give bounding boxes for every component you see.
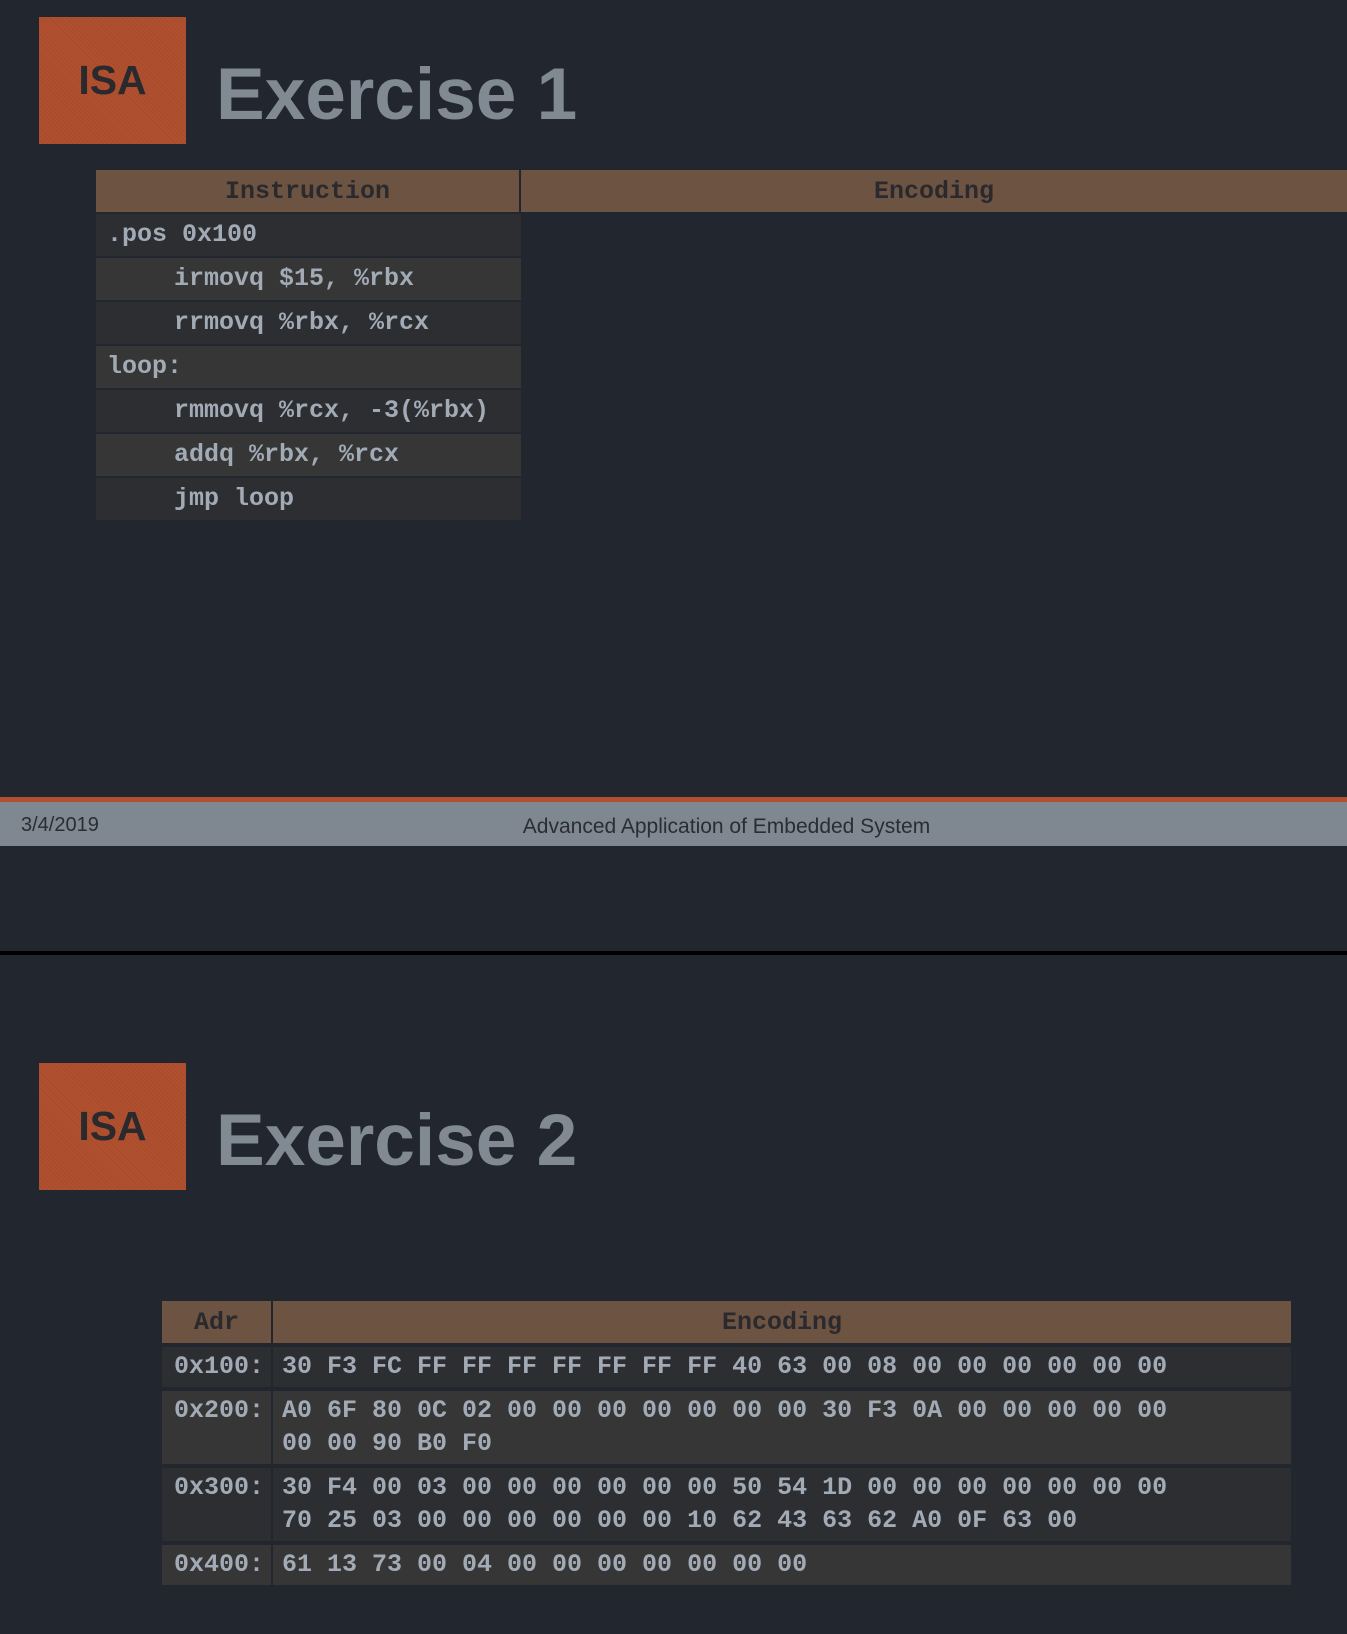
column-header-encoding: Encoding	[521, 170, 1347, 212]
address-encoding-table: Adr Encoding 0x100: 30 F3 FC FF FF FF FF…	[162, 1301, 1291, 1585]
table-row: 0x400: 61 13 73 00 04 00 00 00 00 00 00 …	[162, 1541, 1291, 1585]
table-row: 0x100: 30 F3 FC FF FF FF FF FF FF FF 40 …	[162, 1343, 1291, 1387]
encoding-cell	[521, 388, 1347, 432]
instruction-cell: rmmovq %rcx, -3(%rbx)	[96, 388, 521, 432]
column-header-encoding: Encoding	[273, 1301, 1291, 1343]
slide-title: Exercise 1	[216, 54, 578, 135]
table-row: loop:	[96, 344, 1347, 388]
slide-title: Exercise 2	[216, 1100, 578, 1181]
table-row: 0x300: 30 F4 00 03 00 00 00 00 00 00 50 …	[162, 1464, 1291, 1541]
instruction-cell: irmovq $15, %rbx	[96, 256, 521, 300]
isa-logo: ISA	[39, 1063, 186, 1190]
table-row: .pos 0x100	[96, 212, 1347, 256]
instruction-cell: jmp loop	[96, 476, 521, 520]
encoding-cell: A0 6F 80 0C 02 00 00 00 00 00 00 00 30 F…	[273, 1387, 1291, 1464]
table-row: addq %rbx, %rcx	[96, 432, 1347, 476]
instruction-cell: .pos 0x100	[96, 212, 521, 256]
encoding-cell	[521, 476, 1347, 520]
column-header-adr: Adr	[162, 1301, 273, 1343]
address-cell: 0x200:	[162, 1387, 273, 1464]
isa-logo: ISA	[39, 17, 186, 144]
encoding-cell: 30 F4 00 03 00 00 00 00 00 00 50 54 1D 0…	[273, 1464, 1291, 1541]
table-row: rmmovq %rcx, -3(%rbx)	[96, 388, 1347, 432]
table-header-row: Adr Encoding	[162, 1301, 1291, 1343]
table-row: rrmovq %rbx, %rcx	[96, 300, 1347, 344]
instruction-cell: addq %rbx, %rcx	[96, 432, 521, 476]
table-row: 0x200: A0 6F 80 0C 02 00 00 00 00 00 00 …	[162, 1387, 1291, 1464]
column-header-instruction: Instruction	[96, 170, 521, 212]
encoding-cell	[521, 432, 1347, 476]
slide-separator	[0, 951, 1347, 955]
table-header-row: Instruction Encoding	[96, 170, 1347, 212]
encoding-cell	[521, 344, 1347, 388]
encoding-cell: 61 13 73 00 04 00 00 00 00 00 00 00	[273, 1541, 1291, 1585]
encoding-cell: 30 F3 FC FF FF FF FF FF FF FF 40 63 00 0…	[273, 1343, 1291, 1387]
instruction-cell: rrmovq %rbx, %rcx	[96, 300, 521, 344]
address-cell: 0x300:	[162, 1464, 273, 1541]
footer-course-title: Advanced Application of Embedded System	[522, 815, 931, 838]
encoding-cell	[521, 256, 1347, 300]
instruction-cell: loop:	[96, 344, 521, 388]
footer-bar: 3/4/2019 Advanced Application of Embedde…	[0, 797, 1347, 846]
address-cell: 0x100:	[162, 1343, 273, 1387]
slide-exercise-1: ISA Exercise 1 Instruction Encoding .pos…	[0, 0, 1347, 952]
encoding-cell	[521, 300, 1347, 344]
address-cell: 0x400:	[162, 1541, 273, 1585]
instruction-encoding-table: Instruction Encoding .pos 0x100 irmovq $…	[96, 170, 1347, 520]
table-row: irmovq $15, %rbx	[96, 256, 1347, 300]
table-row: jmp loop	[96, 476, 1347, 520]
encoding-cell	[521, 212, 1347, 256]
